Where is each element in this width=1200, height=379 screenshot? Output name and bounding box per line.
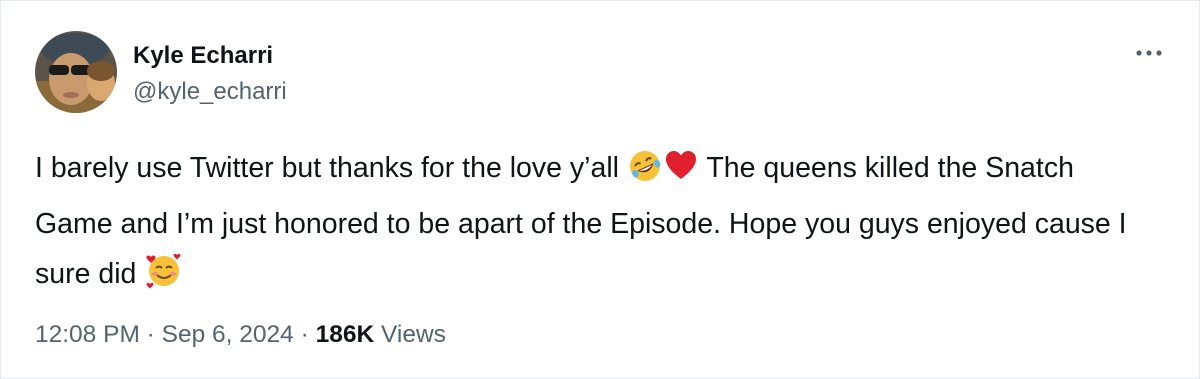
tweet-date: Sep 6, 2024 [161, 321, 294, 348]
meta-separator: · [139, 321, 162, 348]
tweet-time: 12:08 PM [35, 321, 140, 348]
tweet-text-part-1: I barely use Twitter but thanks for the … [35, 152, 627, 184]
more-options-button[interactable] [1129, 41, 1169, 65]
views-link[interactable]: 186K Views [316, 321, 446, 348]
tweet-time-link[interactable]: 12:08 PM · Sep 6, 2024 [35, 321, 294, 348]
tweet-meta: 12:08 PM · Sep 6, 2024 · 186K Views [35, 319, 446, 351]
rolling-on-floor-laughing-emoji-icon [628, 149, 662, 199]
author-handle[interactable]: @kyle_echarri [133, 77, 287, 107]
views-label: Views [374, 321, 446, 348]
author-display-name[interactable]: Kyle Echarri [133, 41, 287, 71]
avatar-image [35, 31, 117, 113]
tweet-header: Kyle Echarri @kyle_echarri [35, 31, 287, 113]
red-heart-emoji-icon [664, 149, 698, 199]
avatar[interactable] [35, 31, 117, 113]
tweet-text: I barely use Twitter but thanks for the … [35, 143, 1155, 305]
tweet-card: Kyle Echarri @kyle_echarri I barely use … [0, 0, 1200, 379]
more-horizontal-icon [1136, 50, 1162, 56]
smiling-face-with-hearts-emoji-icon [145, 251, 183, 305]
meta-separator: · [293, 321, 316, 348]
author-names: Kyle Echarri @kyle_echarri [133, 37, 287, 107]
views-count: 186K [315, 321, 375, 348]
